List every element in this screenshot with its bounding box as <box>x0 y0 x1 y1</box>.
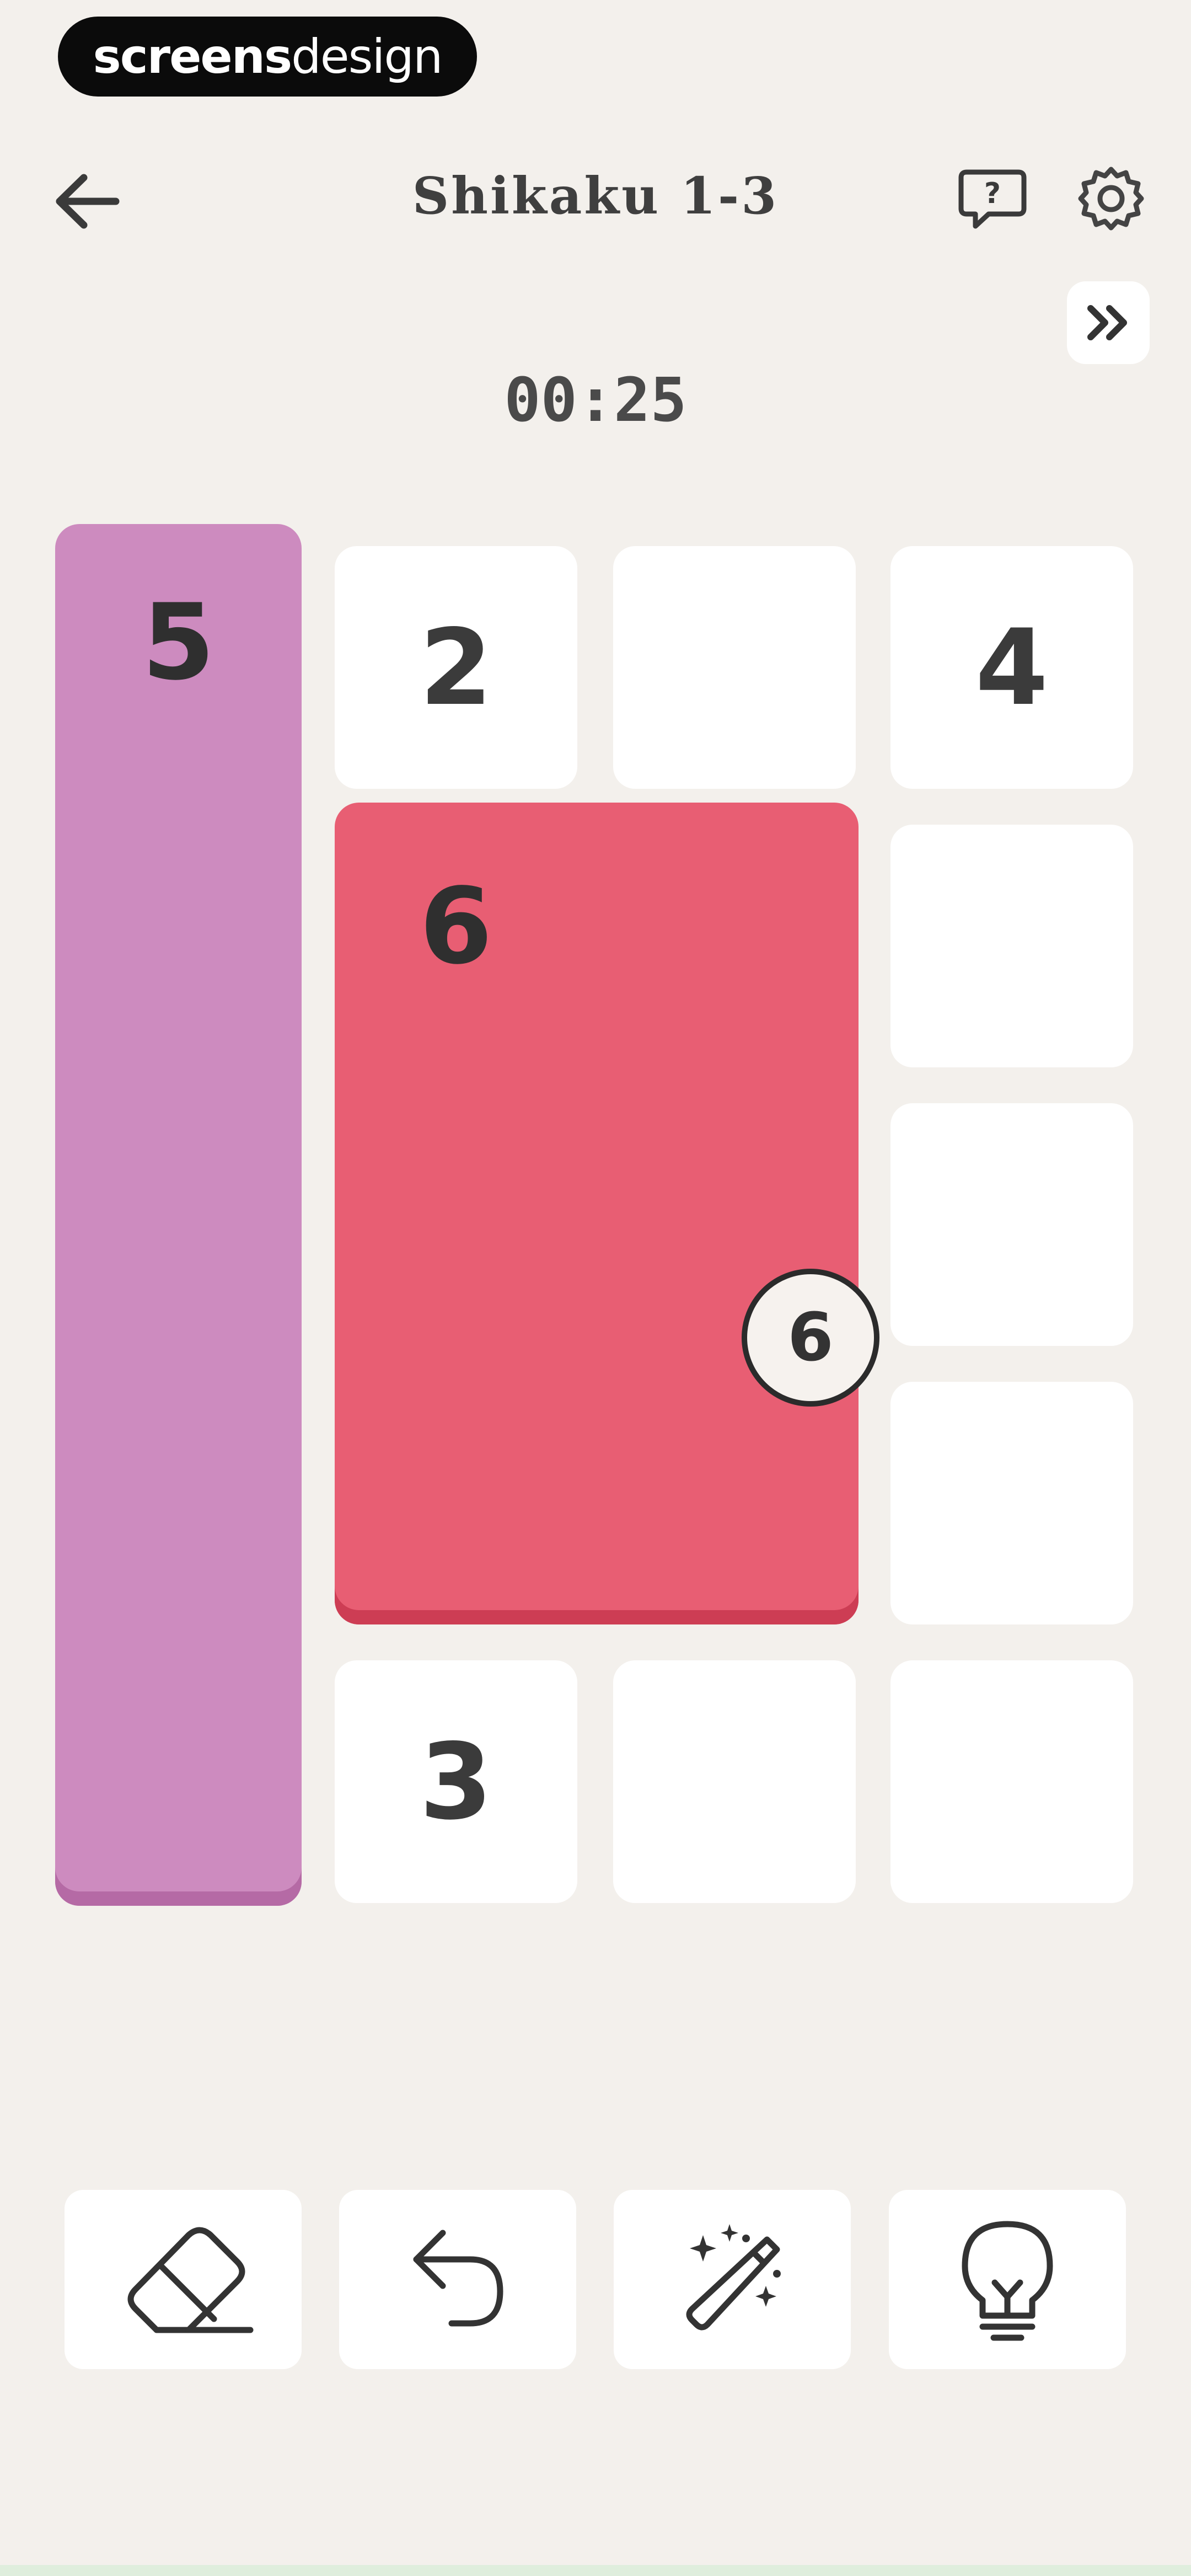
skip-level-button[interactable] <box>1067 281 1150 364</box>
hint-button[interactable] <box>889 2190 1126 2369</box>
timer: 00:25 <box>504 365 687 435</box>
grid-cell-r1c3[interactable] <box>890 825 1133 1067</box>
lightbulb-icon <box>962 2221 1053 2340</box>
bottom-edge <box>0 2565 1191 2576</box>
back-button[interactable] <box>44 160 127 243</box>
grid-cell-r2c3[interactable] <box>890 1103 1133 1346</box>
eraser-button[interactable] <box>65 2190 302 2369</box>
grid-cell-r0c1[interactable]: 2 <box>335 546 577 789</box>
magic-wand-icon <box>686 2224 781 2330</box>
svg-text:?: ? <box>984 177 1001 210</box>
page-title: Shikaku 1-3 <box>412 166 779 226</box>
grid-cell-r3c3[interactable] <box>890 1382 1133 1624</box>
region-red-clue: 6 <box>419 865 493 987</box>
grid-cell-r0c2[interactable] <box>613 546 856 789</box>
help-button[interactable]: ? <box>954 160 1031 237</box>
grid-cell-r4c3[interactable] <box>890 1660 1133 1903</box>
region-size-indicator: 6 <box>742 1269 879 1407</box>
double-chevron-right-icon <box>1087 305 1127 340</box>
eraser-icon <box>127 2227 254 2333</box>
grid-cell-r4c2[interactable] <box>613 1660 856 1903</box>
region-red[interactable]: 6 <box>335 803 859 1624</box>
grid-cell-r0c3[interactable]: 4 <box>890 546 1133 789</box>
gear-icon <box>1078 167 1144 231</box>
region-purple[interactable]: 5 <box>55 524 302 1906</box>
brand-text-light: design <box>291 29 443 84</box>
magic-wand-button[interactable] <box>614 2190 851 2369</box>
undo-icon <box>413 2230 503 2326</box>
brand-watermark: screens design <box>58 17 477 97</box>
region-purple-clue: 5 <box>142 581 215 703</box>
help-bubble-icon: ? <box>958 169 1027 229</box>
undo-button[interactable] <box>339 2190 576 2369</box>
arrow-left-icon <box>56 174 120 229</box>
brand-text-bold: screens <box>93 29 293 84</box>
settings-button[interactable] <box>1072 160 1150 237</box>
grid-cell-r4c1[interactable]: 3 <box>335 1660 577 1903</box>
